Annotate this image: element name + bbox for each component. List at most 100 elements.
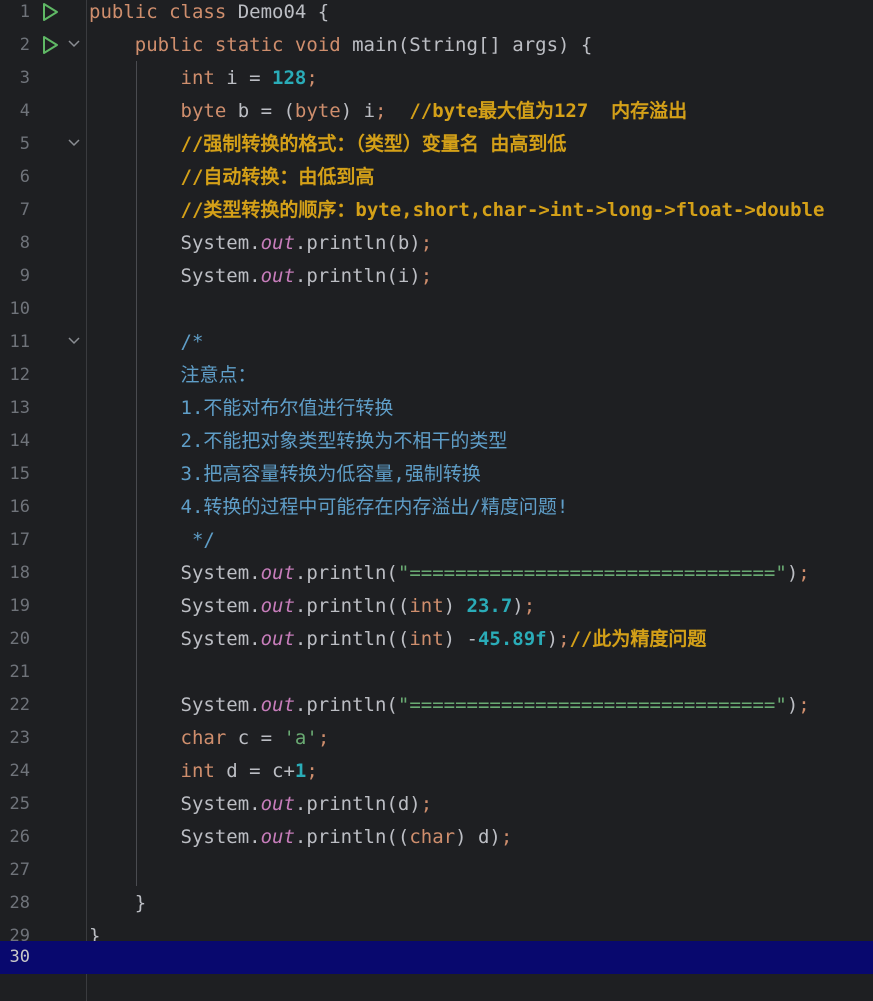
line-number: 26	[9, 827, 30, 847]
code-line[interactable]: 13 1.不能对布尔值进行转换	[0, 396, 873, 429]
token-kw: int	[409, 628, 444, 650]
code-text: 1.不能对布尔值进行转换	[89, 396, 394, 420]
code-line[interactable]: 16 4.转换的过程中可能存在内存溢出/精度问题!	[0, 495, 873, 528]
code-line[interactable]: 17 */	[0, 528, 873, 561]
line-number: 19	[9, 596, 30, 616]
fold-chevron-icon[interactable]	[67, 334, 81, 348]
code-line[interactable]: 19 System.out.println((int) 23.7);	[0, 594, 873, 627]
code-line[interactable]: 10	[0, 297, 873, 330]
code-text: */	[89, 528, 215, 552]
code-line[interactable]: 5 //强制转换的格式：（类型）变量名 由高到低	[0, 132, 873, 165]
line-number: 22	[9, 695, 30, 715]
token-kw: ;	[798, 562, 810, 584]
code-text: System.out.println((int) 23.7);	[89, 594, 536, 618]
token-plain: .println((	[294, 595, 410, 617]
token-doc: 2.不能把对象类型转换为不相干的类型	[180, 430, 508, 452]
line-number: 5	[19, 134, 30, 154]
token-kw: byte	[294, 100, 341, 122]
code-editor[interactable]: 1 public class Demo04 {2 public static vo…	[0, 0, 873, 1001]
code-line[interactable]: 11 /*	[0, 330, 873, 363]
token-kw: ;	[306, 67, 318, 89]
token-kw: ;	[523, 595, 536, 617]
line-number: 30	[9, 947, 30, 967]
code-text: System.out.println("====================…	[89, 561, 810, 585]
code-line[interactable]: 24 int d = c+1;	[0, 759, 873, 792]
code-line[interactable]: 2 public static void main(String[] args)…	[0, 33, 873, 66]
code-line[interactable]: 28 }	[0, 891, 873, 924]
run-icon[interactable]	[40, 35, 60, 55]
code-line[interactable]: 20 System.out.println((int) -45.89f);//此…	[0, 627, 873, 660]
line-number: 27	[9, 860, 30, 880]
token-kw: ;	[420, 265, 433, 287]
code-line[interactable]: 4 byte b = (byte) i; //byte最大值为127 内存溢出	[0, 99, 873, 132]
code-line[interactable]: 1 public class Demo04 {	[0, 0, 873, 33]
token-doc: 注意点：	[180, 364, 257, 386]
code-line[interactable]: 8 System.out.println(b);	[0, 231, 873, 264]
token-fld: out	[260, 793, 295, 815]
token-fld: out	[260, 595, 295, 617]
line-number: 6	[19, 167, 30, 187]
token-str: "================================"	[397, 562, 787, 584]
line-number: 21	[9, 662, 30, 682]
line-number: 10	[9, 299, 30, 319]
line-number: 28	[9, 893, 30, 913]
code-text: int d = c+1;	[89, 759, 318, 783]
token-plain: )	[786, 694, 799, 716]
code-line[interactable]: 6 //自动转换：由低到高	[0, 165, 873, 198]
token-plain: .println(i)	[294, 265, 421, 287]
token-plain: .println((	[294, 628, 410, 650]
code-line[interactable]: 21	[0, 660, 873, 693]
line-number: 3	[19, 68, 30, 88]
code-line[interactable]: 9 System.out.println(i);	[0, 264, 873, 297]
line-number: 14	[9, 431, 30, 451]
token-fld: out	[260, 826, 295, 848]
code-text: System.out.println(b);	[89, 231, 433, 255]
code-line[interactable]: 7 //类型转换的顺序：byte,short,char->int->long->…	[0, 198, 873, 231]
code-line[interactable]: 26 System.out.println((char) d);	[0, 825, 873, 858]
code-line[interactable]: 3 int i = 128;	[0, 66, 873, 99]
code-line[interactable]: 12 注意点：	[0, 363, 873, 396]
token-plain: ) d)	[455, 826, 501, 848]
token-plain: System.	[89, 562, 261, 584]
token-plain: c =	[237, 727, 284, 749]
token-kw: public class	[89, 1, 238, 23]
token-plain: main(String[] args) {	[352, 34, 593, 56]
line-number: 8	[19, 233, 30, 253]
code-line[interactable]: 30	[0, 941, 873, 974]
token-doc: 3.把高容量转换为低容量,强制转换	[180, 463, 481, 485]
token-fld: out	[260, 628, 295, 650]
token-kw: int	[180, 67, 227, 89]
fold-chevron-icon[interactable]	[67, 136, 81, 150]
fold-chevron-icon[interactable]	[67, 37, 81, 51]
code-text: /*	[89, 330, 204, 354]
code-line[interactable]: 25 System.out.println(d);	[0, 792, 873, 825]
code-text: char c = 'a';	[89, 726, 330, 750]
line-number: 24	[9, 761, 30, 781]
token-kw: ;	[798, 694, 810, 716]
token-plain: System.	[89, 793, 261, 815]
token-plain: System.	[89, 826, 261, 848]
code-text: System.out.println((char) d);	[89, 825, 513, 849]
line-number: 11	[9, 332, 30, 352]
line-number: 4	[19, 101, 30, 121]
token-kw: byte	[180, 100, 238, 122]
code-text: //类型转换的顺序：byte,short,char->int->long->fl…	[89, 198, 825, 222]
token-cmt: //byte最大值为127 内存溢出	[409, 100, 688, 122]
token-plain: )	[786, 562, 799, 584]
code-line[interactable]: 27	[0, 858, 873, 891]
code-text: int i = 128;	[89, 66, 318, 90]
code-line[interactable]: 23 char c = 'a';	[0, 726, 873, 759]
run-icon[interactable]	[40, 2, 60, 22]
token-kw: ;	[500, 826, 513, 848]
code-line[interactable]: 18 System.out.println("=================…	[0, 561, 873, 594]
code-line[interactable]: 14 2.不能把对象类型转换为不相干的类型	[0, 429, 873, 462]
code-line[interactable]: 15 3.把高容量转换为低容量,强制转换	[0, 462, 873, 495]
token-plain: System.	[89, 232, 261, 254]
code-line[interactable]: 22 System.out.println("=================…	[0, 693, 873, 726]
token-num: 128	[272, 67, 307, 89]
